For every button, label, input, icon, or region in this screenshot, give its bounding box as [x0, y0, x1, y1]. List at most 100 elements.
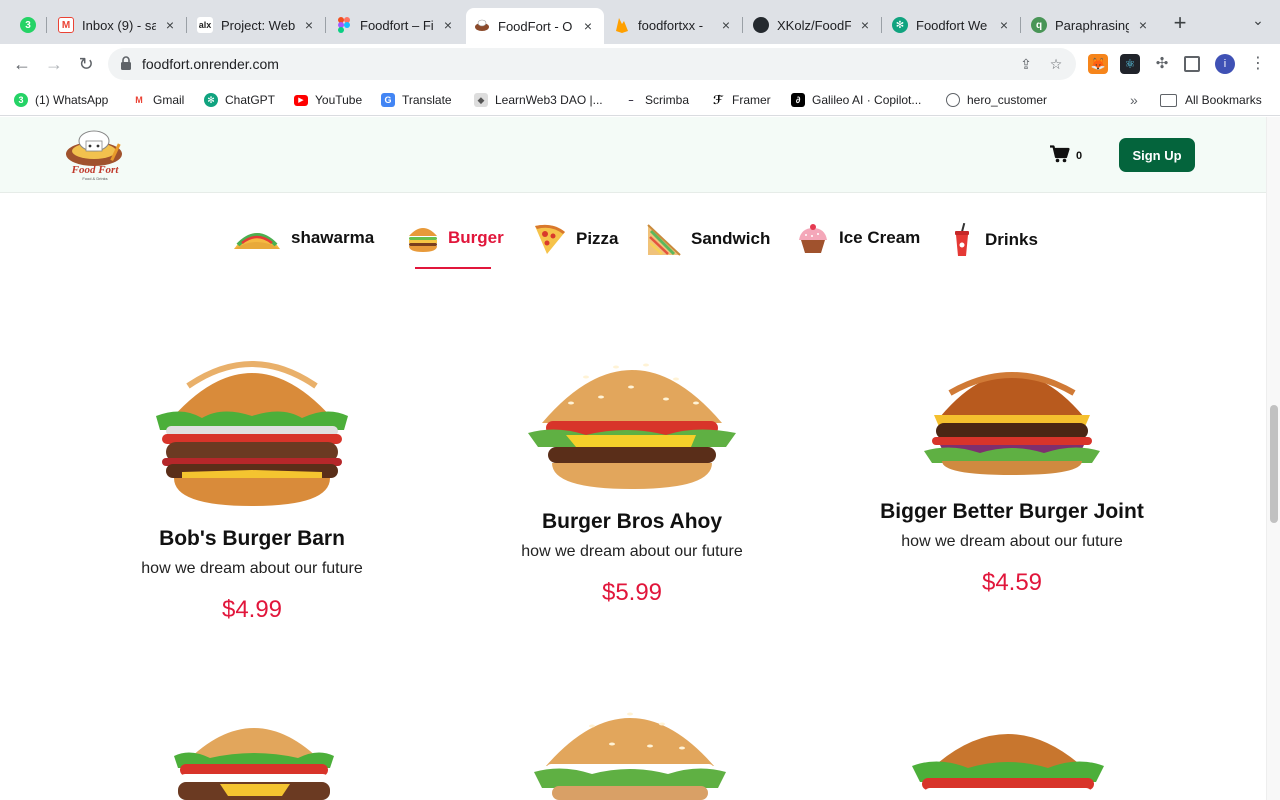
- tab-chatgpt[interactable]: ✻ Foodfort We ×: [884, 8, 1021, 42]
- tab-title: Project: Web: [221, 17, 295, 33]
- chatgpt-icon: ✻: [892, 17, 908, 33]
- bookmark-gmail[interactable]: M Gmail: [132, 91, 184, 109]
- category-tab-pizza[interactable]: Pizza: [533, 222, 619, 256]
- react-devtools-icon[interactable]: ⚛: [1120, 54, 1140, 74]
- tab-whatsapp[interactable]: 3: [12, 8, 47, 42]
- tab-foodfort-active[interactable]: FoodFort - O ×: [466, 8, 604, 44]
- close-tab-icon[interactable]: ×: [580, 18, 596, 34]
- product-card-bigger-better-burger-joint[interactable]: Bigger Better Burger Joint how we dream …: [842, 500, 1182, 597]
- url-text: foodfort.onrender.com: [142, 56, 279, 72]
- forward-arrow-icon[interactable]: →: [42, 52, 66, 76]
- category-tab-shawarma[interactable]: shawarma: [232, 223, 374, 253]
- category-label: Sandwich: [691, 229, 771, 248]
- product-image-bigger-better-burger[interactable]: [920, 353, 1104, 477]
- product-card-burger-bros-ahoy[interactable]: Burger Bros Ahoy how we dream about our …: [462, 510, 802, 607]
- close-tab-icon[interactable]: ×: [857, 17, 873, 33]
- bookmark-framer[interactable]: ℱ Framer: [711, 91, 771, 109]
- category-label: Burger: [448, 228, 504, 247]
- tab-gmail[interactable]: M Inbox (9) - sa ×: [50, 8, 187, 42]
- product-price: $4.99: [221, 596, 283, 623]
- close-tab-icon[interactable]: ×: [718, 17, 734, 33]
- kebab-menu-icon[interactable]: ⋮: [1248, 54, 1268, 74]
- close-tab-icon[interactable]: ×: [1135, 17, 1151, 33]
- whatsapp-icon: 3: [20, 17, 36, 33]
- close-tab-icon[interactable]: ×: [162, 17, 178, 33]
- bookmark-whatsapp[interactable]: 3 (1) WhatsApp: [14, 91, 108, 109]
- close-tab-icon[interactable]: ×: [301, 17, 317, 33]
- product-image-row2-1[interactable]: [170, 706, 338, 800]
- category-tab-ice-cream[interactable]: Ice Cream: [796, 222, 920, 254]
- product-image-bobs-burger[interactable]: [152, 346, 352, 508]
- reload-icon[interactable]: ↻: [74, 52, 98, 76]
- all-bookmarks-folder[interactable]: All Bookmarks: [1160, 91, 1262, 109]
- site-header: Food Fort Food & Drinks 0 Sign Up: [0, 117, 1266, 193]
- category-tab-drinks[interactable]: Drinks: [948, 223, 1038, 257]
- profile-avatar[interactable]: i: [1215, 54, 1235, 74]
- bookmark-youtube[interactable]: ▶ YouTube: [294, 91, 362, 109]
- product-image-burger-bros[interactable]: [526, 347, 738, 491]
- product-name: Bigger Better Burger Joint: [880, 500, 1144, 523]
- cart-button[interactable]: 0: [1050, 145, 1082, 163]
- chatgpt-icon: ✻: [204, 93, 218, 107]
- page-viewport: Food Fort Food & Drinks 0 Sign Up shawar…: [0, 117, 1266, 800]
- new-tab-button[interactable]: +: [1168, 12, 1192, 36]
- tab-firebase[interactable]: foodfortxx - ×: [606, 8, 743, 42]
- tab-github[interactable]: XKolz/FoodF ×: [745, 8, 882, 42]
- product-image-row2-3[interactable]: [908, 716, 1108, 800]
- more-bookmarks-icon[interactable]: »: [1130, 91, 1138, 109]
- close-tab-icon[interactable]: ×: [440, 17, 456, 33]
- tab-alx[interactable]: alx Project: Web ×: [189, 8, 326, 42]
- tab-separator: [742, 17, 743, 33]
- category-tab-sandwich[interactable]: Sandwich: [646, 221, 770, 257]
- address-bar[interactable]: foodfort.onrender.com ⇪ ☆: [108, 48, 1076, 80]
- close-tab-icon[interactable]: ×: [996, 17, 1012, 33]
- product-price: $4.59: [981, 569, 1043, 596]
- bookmark-chatgpt[interactable]: ✻ ChatGPT: [204, 91, 275, 109]
- pizza-icon: [535, 224, 565, 254]
- tab-separator: [1020, 17, 1021, 33]
- tab-title: Foodfort – Fi: [360, 17, 434, 33]
- product-name: Burger Bros Ahoy: [541, 510, 723, 533]
- product-name: Bob's Burger Barn: [159, 527, 345, 550]
- foodfort-logo[interactable]: Food Fort Food & Drinks: [62, 127, 128, 183]
- bookmark-label: YouTube: [315, 93, 363, 107]
- bookmark-label: Scrimba: [645, 93, 690, 107]
- tab-separator: [881, 17, 882, 33]
- bookmark-translate[interactable]: G Translate: [381, 91, 452, 109]
- extensions-puzzle-icon[interactable]: ✣: [1152, 54, 1172, 74]
- bookmark-hero-customer[interactable]: hero_customer: [946, 91, 1047, 109]
- category-label: shawarma: [291, 228, 375, 247]
- side-panel-icon[interactable]: [1184, 56, 1200, 72]
- product-card-bobs-burger-barn[interactable]: Bob's Burger Barn how we dream about our…: [82, 527, 422, 624]
- gmail-icon: M: [132, 93, 146, 107]
- bookmark-learnweb3[interactable]: ◆ LearnWeb3 DAO |...: [474, 91, 603, 109]
- signup-button[interactable]: Sign Up: [1119, 138, 1195, 172]
- back-arrow-icon[interactable]: ←: [10, 52, 34, 76]
- bookmark-star-icon[interactable]: ☆: [1046, 54, 1066, 74]
- tab-search-chevron-icon[interactable]: ⌄: [1246, 12, 1270, 36]
- bookmark-label: (1) WhatsApp: [35, 93, 109, 107]
- tab-figma[interactable]: Foodfort – Fi ×: [328, 8, 464, 42]
- alx-icon: alx: [197, 17, 213, 33]
- github-icon: [753, 17, 769, 33]
- tab-quillbot[interactable]: q Paraphrasing ×: [1023, 8, 1159, 42]
- page-scrollbar[interactable]: [1266, 117, 1280, 800]
- category-tab-burger[interactable]: Burger: [407, 223, 504, 253]
- product-image-row2-2[interactable]: [532, 696, 728, 800]
- bookmark-galileo[interactable]: ∂ Galileo AI · Copilot...: [791, 91, 921, 109]
- scrollbar-thumb[interactable]: [1270, 405, 1278, 523]
- quillbot-icon: q: [1031, 17, 1047, 33]
- translate-icon: G: [381, 93, 395, 107]
- metamask-icon[interactable]: 🦊: [1088, 54, 1108, 74]
- svg-text:Food Fort: Food Fort: [71, 164, 120, 176]
- tab-title: Paraphrasing: [1055, 17, 1129, 33]
- category-label: Pizza: [576, 229, 619, 248]
- globe-icon: [946, 93, 960, 107]
- share-icon[interactable]: ⇪: [1016, 54, 1036, 74]
- firebase-icon: [614, 17, 630, 33]
- gmail-icon: M: [58, 17, 74, 33]
- bookmark-scrimba[interactable]: – Scrimba: [624, 91, 689, 109]
- shopping-cart-icon: [1050, 145, 1070, 163]
- product-price: $5.99: [601, 579, 663, 606]
- tab-title: foodfortxx -: [638, 17, 704, 33]
